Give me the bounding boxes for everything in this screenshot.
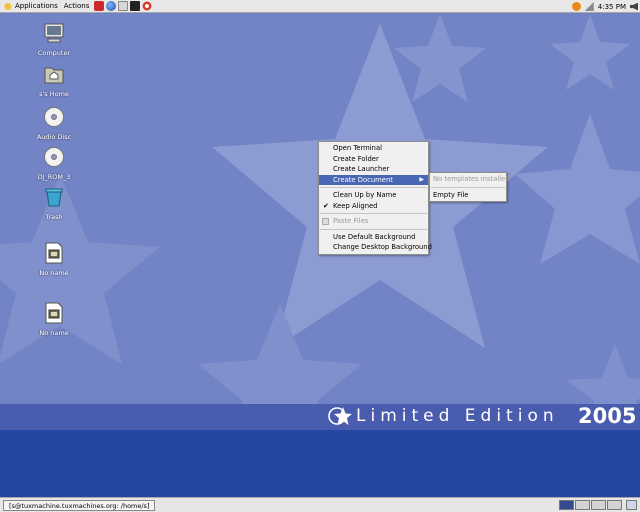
menu-item-label: Keep Aligned xyxy=(333,201,378,210)
menu-item-paste-files: Paste Files xyxy=(319,216,428,227)
workspace-1[interactable] xyxy=(559,500,574,510)
show-desktop-button[interactable] xyxy=(626,500,637,510)
icon-label: DJ_ROM_3 xyxy=(37,173,71,181)
desktop-icon-dj-rom[interactable]: DJ_ROM_3 xyxy=(26,146,82,181)
workspace-switcher xyxy=(559,500,622,510)
icon-label: Trash xyxy=(45,213,63,221)
system-tray: 4:35 PM xyxy=(571,1,638,12)
red-hat-icon[interactable] xyxy=(94,1,105,11)
home-folder-icon xyxy=(44,67,64,84)
icon-label: No name xyxy=(39,269,69,277)
trash-icon xyxy=(45,188,63,207)
desktop-icon-trash[interactable]: Trash xyxy=(26,186,82,221)
create-document-submenu: No templates installed Empty File xyxy=(429,172,510,202)
workspace-3[interactable] xyxy=(591,500,606,510)
cd-icon xyxy=(44,107,64,127)
menu-item-clean-up[interactable]: Clean Up by Name xyxy=(319,190,428,201)
desktop-icon-no-name-2[interactable]: No name xyxy=(26,302,82,337)
menu-item-change-background[interactable]: Change Desktop Background xyxy=(319,242,432,253)
update-alert-icon[interactable] xyxy=(571,2,581,11)
clock[interactable]: 4:35 PM xyxy=(598,3,626,11)
brand-year: 2005 xyxy=(578,404,637,428)
menu-item-default-background[interactable]: Use Default Background xyxy=(319,232,428,243)
top-panel: Applications Actions 4:35 PM xyxy=(0,0,640,13)
desktop-icon-no-name-1[interactable]: No name xyxy=(26,242,82,277)
menu-separator xyxy=(431,186,505,188)
desktop-icon-audio-disc[interactable]: Audio Disc xyxy=(26,106,82,141)
menu-item-open-terminal[interactable]: Open Terminal xyxy=(319,143,428,154)
workspace-4[interactable] xyxy=(607,500,622,510)
icon-label: No name xyxy=(39,329,69,337)
menu-item-label: Create Document xyxy=(333,175,393,184)
lifesaver-icon[interactable] xyxy=(142,1,153,11)
submenu-arrow-icon: ▶ xyxy=(419,175,424,183)
icon-label: Audio Disc xyxy=(36,133,72,141)
launcher-bar xyxy=(94,1,154,11)
computer-icon xyxy=(44,23,64,43)
bottom-panel: [s@tuxmachine.tuxmachines.org: /home/s] xyxy=(0,497,640,512)
desktop-icon-computer[interactable]: Computer xyxy=(26,22,82,57)
menu-item-label: Paste Files xyxy=(333,217,369,225)
submenu-item-no-templates: No templates installed xyxy=(433,175,510,183)
cd-icon xyxy=(44,147,64,167)
foot-icon xyxy=(3,1,13,11)
desktop-context-menu: Open Terminal Create Folder Create Launc… xyxy=(318,141,432,255)
brand-text: Limited Edition xyxy=(356,406,559,426)
volume-icon[interactable] xyxy=(630,2,638,11)
taskbar-window-button[interactable]: [s@tuxmachine.tuxmachines.org: /home/s] xyxy=(3,500,156,511)
menu-item-create-launcher[interactable]: Create Launcher xyxy=(319,164,428,175)
applications-menu[interactable]: Applications xyxy=(0,0,61,13)
film-icon xyxy=(45,242,63,264)
brand-logo: Limited Edition xyxy=(328,406,559,426)
menu-separator xyxy=(320,213,427,214)
desktop-icon-home[interactable]: s's Home xyxy=(26,63,82,98)
menu-item-create-document[interactable]: Create Document ▶ xyxy=(319,174,428,185)
star-logo-icon xyxy=(328,407,352,425)
actions-menu[interactable]: Actions xyxy=(61,0,93,13)
menu-separator xyxy=(320,228,427,230)
workspace-2[interactable] xyxy=(575,500,590,510)
network-icon[interactable] xyxy=(584,2,594,11)
mail-icon[interactable] xyxy=(118,1,129,11)
icon-label: Computer xyxy=(37,49,71,57)
actions-label: Actions xyxy=(63,2,90,10)
menu-item-keep-aligned[interactable]: ✔ Keep Aligned xyxy=(319,201,428,212)
wallpaper-band-lower xyxy=(0,430,640,497)
globe-icon[interactable] xyxy=(106,1,117,11)
menu-separator xyxy=(320,187,427,188)
terminal-icon[interactable] xyxy=(130,1,141,11)
icon-label: s's Home xyxy=(39,90,69,98)
paste-icon xyxy=(322,218,329,225)
applications-label: Applications xyxy=(15,2,58,10)
menu-item-create-folder[interactable]: Create Folder xyxy=(319,154,428,165)
submenu-item-empty-file[interactable]: Empty File xyxy=(430,190,506,201)
checkmark-icon: ✔ xyxy=(323,201,329,210)
film-icon xyxy=(45,302,63,324)
